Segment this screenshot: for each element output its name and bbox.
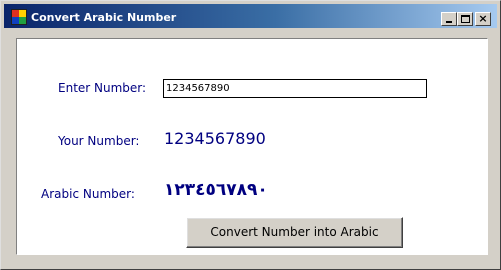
- maximize-button[interactable]: [457, 12, 473, 26]
- minimize-icon: [446, 21, 452, 23]
- arabic-number-label: Arabic Number:: [41, 187, 135, 201]
- close-icon: ×: [478, 12, 488, 25]
- enter-number-label: Enter Number:: [58, 81, 147, 95]
- convert-button[interactable]: Convert Number into Arabic: [186, 217, 403, 248]
- your-number-label: Your Number:: [58, 134, 140, 148]
- arabic-number-value: ١٢٣٤٥٦٧٨٩٠: [164, 180, 268, 200]
- title-bar[interactable]: Convert Arabic Number ×: [4, 4, 497, 28]
- window-title: Convert Arabic Number: [31, 11, 177, 24]
- close-button[interactable]: ×: [475, 12, 491, 26]
- minimize-button[interactable]: [441, 12, 457, 26]
- your-number-value: 1234567890: [164, 129, 266, 148]
- app-icon[interactable]: [11, 9, 27, 25]
- number-input[interactable]: [163, 79, 427, 98]
- app-window: Convert Arabic Number × Enter Number: Yo…: [0, 0, 501, 270]
- maximize-icon: [461, 15, 470, 23]
